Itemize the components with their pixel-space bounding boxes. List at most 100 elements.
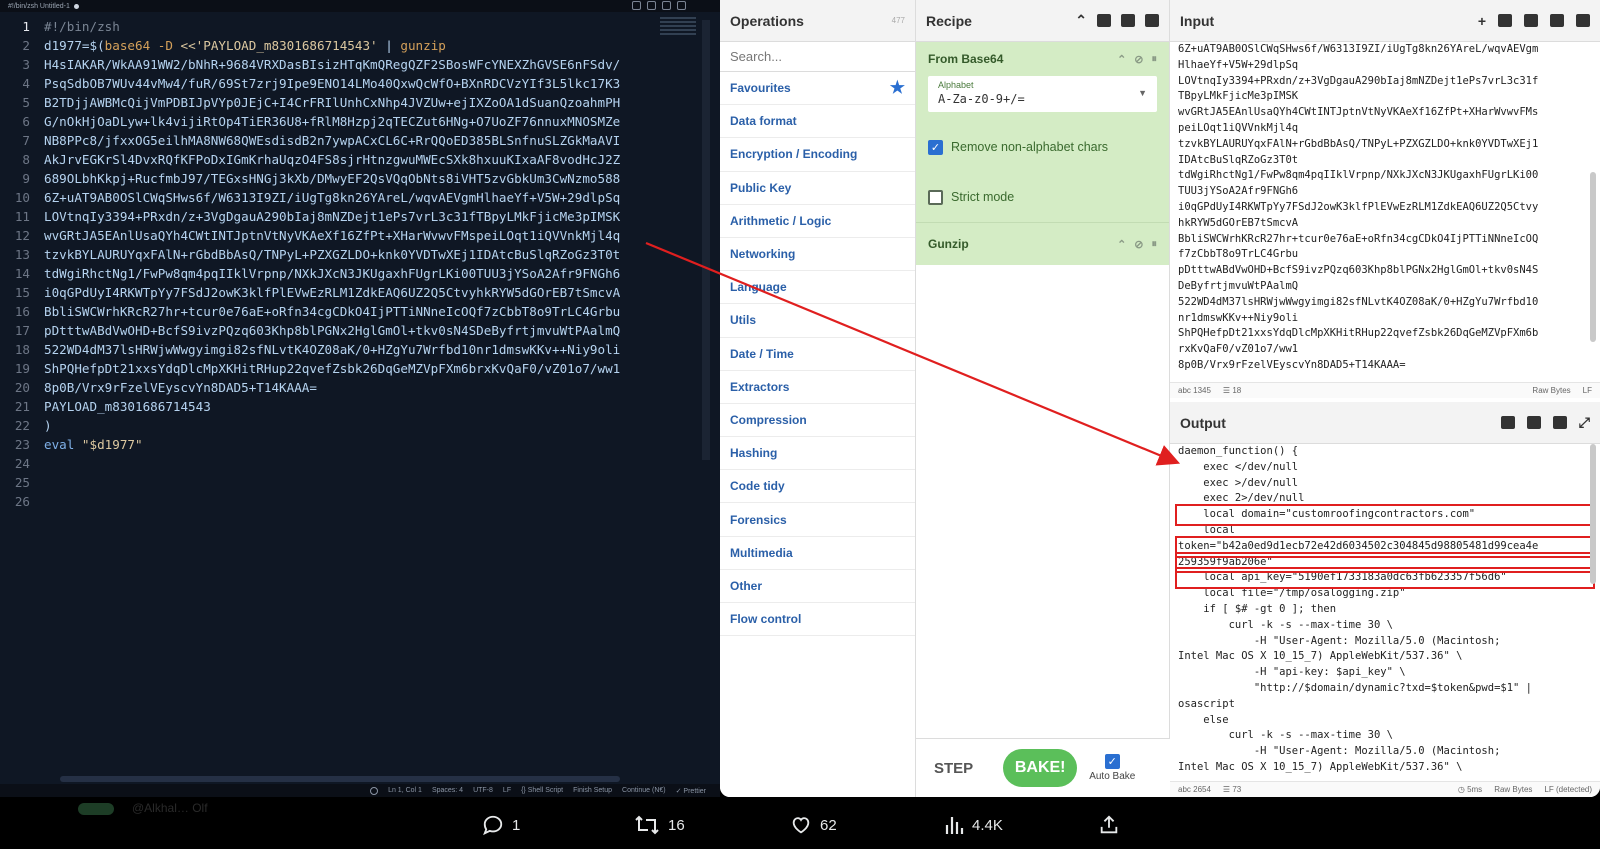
- code-line[interactable]: 25: [0, 473, 700, 492]
- reply-button[interactable]: 1: [482, 814, 520, 836]
- code-line[interactable]: 3 H4sIAKAR/WkAA91WW2/bNhR+9684VRXDasBIsiz…: [0, 55, 700, 74]
- disable-icon[interactable]: ⊘: [1134, 238, 1143, 251]
- share-button[interactable]: [1098, 814, 1120, 836]
- operation-category[interactable]: Data format: [720, 105, 915, 139]
- status-item[interactable]: {} Shell Script: [521, 787, 563, 794]
- status-item[interactable]: Spaces: 4: [432, 787, 463, 794]
- code-line[interactable]: 20 8p0B/Vrx9rFzelVEyscvYn8DAD5+T14KAAA=: [0, 378, 700, 397]
- operation-category[interactable]: Forensics: [720, 503, 915, 537]
- strict-mode-checkbox[interactable]: [928, 189, 943, 205]
- status-item[interactable]: Finish Setup: [573, 787, 612, 794]
- code-line[interactable]: 19 ShPQHefpDt21xxsYdqDlcMpXKHitRHup22qvef…: [0, 359, 700, 378]
- operation-category[interactable]: Compression: [720, 404, 915, 438]
- pause-icon[interactable]: ⏸: [1152, 53, 1158, 66]
- views-button[interactable]: 4.4K: [944, 814, 1003, 836]
- step-button[interactable]: STEP: [934, 760, 973, 777]
- code-line[interactable]: 11 LOVtnqIy3394+PRxdn/z+3VgDgauA290bIaj8m…: [0, 207, 700, 226]
- code-line[interactable]: 5 B2TDjjAWBMcQijVmPDBIJpVYp0JEjC+I4CrFRIl…: [0, 93, 700, 112]
- code-line[interactable]: 10 6Z+uAT9AB0OSlCWqSHws6f/W6313I9ZI/iUgTg…: [0, 188, 700, 207]
- operation-category[interactable]: Favourites ★: [720, 72, 915, 106]
- code-line[interactable]: 13 tzvkBYLAURUYqxFAlN+rGbdBbAsQ/TNPyL+PZX…: [0, 245, 700, 264]
- operation-category[interactable]: Utils: [720, 304, 915, 338]
- code-area[interactable]: 1 #!/bin/zsh 2 d1977=$(base64 -D <<'PAYLOAD…: [0, 17, 700, 511]
- auto-bake-checkbox[interactable]: ✓: [1104, 754, 1120, 769]
- search-icon[interactable]: [370, 786, 379, 795]
- editor-horizontal-scrollbar[interactable]: [60, 776, 620, 782]
- operation-category[interactable]: Arithmetic / Logic: [720, 205, 915, 238]
- operations-search-input[interactable]: Search...: [720, 42, 915, 72]
- split-editor-icon[interactable]: [662, 1, 671, 10]
- operation-category[interactable]: Language: [720, 271, 915, 305]
- trash-icon[interactable]: [1550, 14, 1564, 27]
- output-format[interactable]: Raw Bytes: [1494, 785, 1532, 794]
- run-icon[interactable]: [632, 1, 641, 10]
- operation-category[interactable]: Other: [720, 570, 915, 603]
- operation-category[interactable]: Code tidy: [720, 470, 915, 504]
- status-item[interactable]: Continue (N€): [622, 787, 666, 794]
- more-icon[interactable]: [677, 1, 686, 10]
- like-button[interactable]: 62: [790, 814, 837, 836]
- code-line[interactable]: 24: [0, 454, 700, 473]
- code-line[interactable]: 9 689OLbhKkpj+RucfmbJ97/TEGxsHNGj3kXb/DMw…: [0, 169, 700, 188]
- operation-category[interactable]: Date / Time: [720, 338, 915, 371]
- collapse-chevron-icon[interactable]: ⌃: [1075, 12, 1087, 29]
- code-line[interactable]: 16 BbliSWCWrhKRcR27hr+tcur0e76aE+oRfn34cg…: [0, 302, 700, 321]
- input-eol[interactable]: LF: [1583, 386, 1592, 395]
- operation-category[interactable]: Extractors: [720, 371, 915, 404]
- add-tab-icon[interactable]: +: [1478, 13, 1486, 29]
- code-line[interactable]: 7 NB8PPc8/jfxxOG5eilhMA8NW68QWEsdisdB2n7y…: [0, 131, 700, 150]
- input-scrollbar[interactable]: [1590, 172, 1596, 342]
- account-icon[interactable]: [647, 1, 656, 10]
- operation-category[interactable]: Networking: [720, 238, 915, 272]
- code-line[interactable]: 18 522WD4dM37lsHRWjwWwgyimgi82sfNLvtK4OZ0…: [0, 340, 700, 359]
- code-line[interactable]: 8 AkJrvEGKrSl4DvxRQfKFPoDxIGmKrhaUqzO4FS8…: [0, 150, 700, 169]
- layout-icon[interactable]: [1576, 14, 1590, 27]
- auto-bake-toggle[interactable]: ✓ Auto Bake: [1089, 754, 1135, 782]
- recipe-step-gunzip[interactable]: Gunzip ⌃ ⊘ ⏸: [916, 223, 1169, 265]
- code-line[interactable]: 17 pDtttwABdVwOHD+BcfS9ivzPQzq603Khp8blPG…: [0, 321, 700, 340]
- code-line[interactable]: 6 G/nOkHjOaDLyw+lk4vijiRtOp4TiER36U8+fRlM…: [0, 112, 700, 131]
- alphabet-select[interactable]: Alphabet A-Za-z0-9+/= ▼: [928, 76, 1157, 112]
- code-line[interactable]: 21 PAYLOAD_m8301686714543: [0, 397, 700, 416]
- operation-category[interactable]: Flow control: [720, 603, 915, 637]
- pause-icon[interactable]: ⏸: [1152, 238, 1158, 251]
- operation-category[interactable]: Public Key: [720, 172, 915, 205]
- operation-category[interactable]: Encryption / Encoding: [720, 138, 915, 172]
- maximize-icon[interactable]: ⤢: [1579, 414, 1590, 431]
- minimap[interactable]: [660, 17, 696, 35]
- code-line[interactable]: 23 eval "$d1977": [0, 435, 700, 454]
- code-line[interactable]: 26: [0, 492, 700, 511]
- code-line[interactable]: 15 i0qGPdUyI4RKWTpYy7FSdJ2owK3klfPlEVwEzR…: [0, 283, 700, 302]
- repost-button[interactable]: 16: [634, 814, 685, 836]
- strict-mode-option[interactable]: Strict mode: [928, 172, 1157, 222]
- output-textarea[interactable]: daemon_function() { exec </dev/null exec…: [1170, 444, 1600, 781]
- code-line[interactable]: 22): [0, 416, 700, 435]
- save-icon[interactable]: [1500, 416, 1515, 429]
- code-line[interactable]: 14 tdWgiRhctNg1/FwPw8qm4pqIIklVrpnp/NXkJX…: [0, 264, 700, 283]
- editor-tab[interactable]: #!/bin/zsh Untitled-1: [8, 3, 79, 10]
- disable-icon[interactable]: ⊘: [1134, 53, 1143, 66]
- remove-nonalpha-checkbox[interactable]: ✓: [928, 139, 943, 155]
- code-line[interactable]: 12 wvGRtJA5EAnlUsaQYh4CWtINTJptnVtNyVKAeX…: [0, 226, 700, 245]
- chevron-up-icon[interactable]: ⌃: [1117, 238, 1126, 251]
- editor-vertical-scrollbar[interactable]: [702, 20, 710, 460]
- status-item[interactable]: ✓ Prettier: [676, 787, 706, 795]
- code-line[interactable]: 4 PsqSdbOB7WUv44vMw4/fuR/69St7zrj9Ipe9ENO…: [0, 74, 700, 93]
- open-file-icon[interactable]: [1524, 14, 1538, 27]
- output-eol[interactable]: LF (detected): [1544, 785, 1592, 794]
- replace-input-icon[interactable]: [1552, 416, 1567, 429]
- bake-button[interactable]: BAKE!: [1003, 749, 1078, 787]
- input-format[interactable]: Raw Bytes: [1532, 386, 1570, 395]
- remove-nonalpha-option[interactable]: ✓ Remove non-alphabet chars: [928, 122, 1157, 172]
- status-item[interactable]: Ln 1, Col 1: [388, 787, 422, 794]
- status-item[interactable]: LF: [503, 787, 511, 794]
- code-line[interactable]: 2 d1977=$(base64 -D <<'PAYLOAD_m830168671…: [0, 36, 700, 55]
- copy-icon[interactable]: [1526, 416, 1541, 429]
- operation-category[interactable]: Hashing: [720, 437, 915, 471]
- trash-icon[interactable]: [1145, 14, 1159, 27]
- code-line[interactable]: 1 #!/bin/zsh: [0, 17, 700, 36]
- save-icon[interactable]: [1097, 14, 1111, 27]
- chevron-up-icon[interactable]: ⌃: [1117, 53, 1126, 66]
- folder-icon[interactable]: [1121, 14, 1135, 27]
- operation-category[interactable]: Multimedia: [720, 537, 915, 570]
